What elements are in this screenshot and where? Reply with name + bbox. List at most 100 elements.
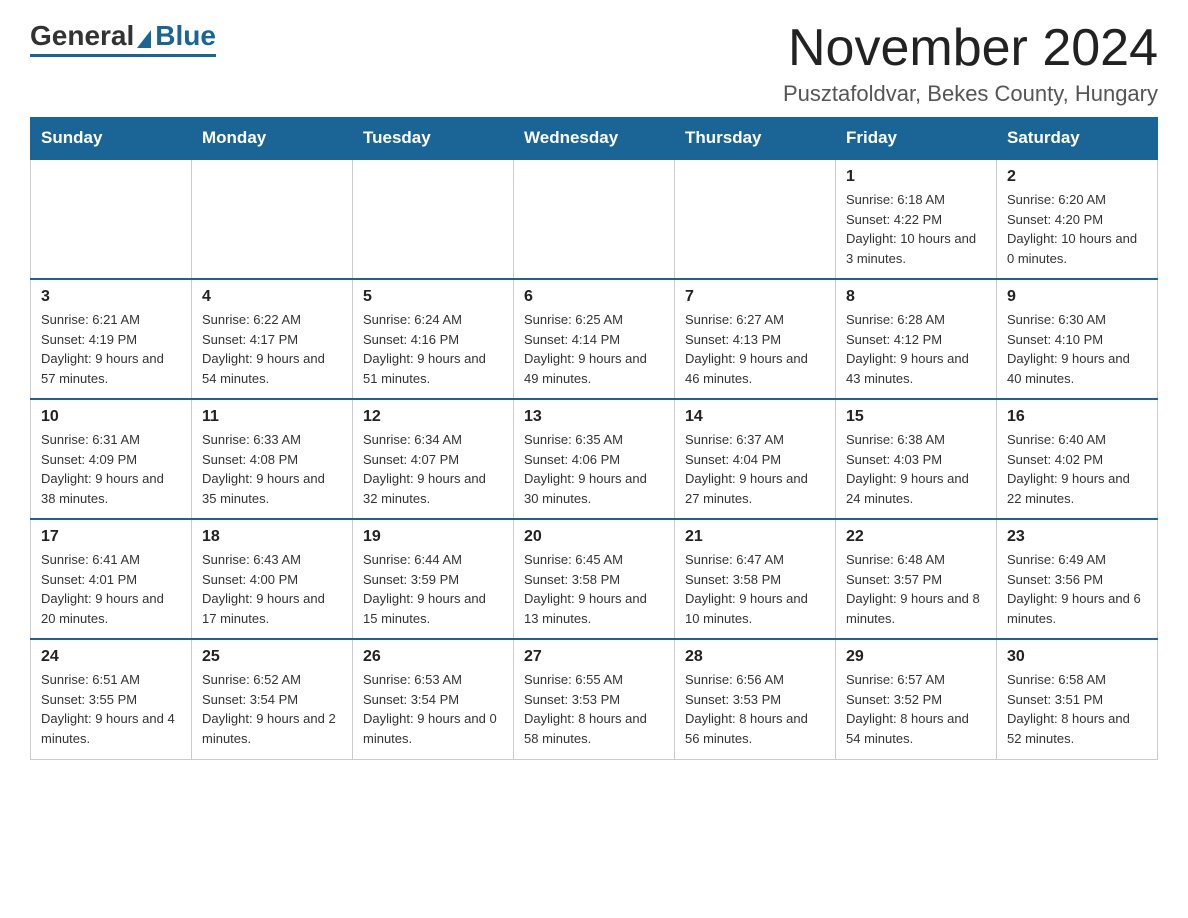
calendar-cell: 26 Sunrise: 6:53 AM Sunset: 3:54 PM Dayli… (353, 639, 514, 759)
calendar-cell (31, 159, 192, 279)
calendar-cell: 21Sunrise: 6:47 AM Sunset: 3:58 PM Dayli… (675, 519, 836, 639)
weekday-header-sunday: Sunday (31, 118, 192, 160)
logo-underline (30, 54, 216, 57)
day-number: 24 (41, 648, 181, 666)
day-info: Sunrise: 6:37 AM Sunset: 4:04 PM Dayligh… (685, 430, 825, 508)
day-info: Sunrise: 6:51 AM Sunset: 3:55 PM Dayligh… (41, 670, 181, 748)
calendar-cell: 30 Sunrise: 6:58 AM Sunset: 3:51 PM Dayli… (997, 639, 1158, 759)
month-title: November 2024 (783, 20, 1158, 77)
calendar-cell: 24 Sunrise: 6:51 AM Sunset: 3:55 PM Dayli… (31, 639, 192, 759)
day-info: Sunrise: 6:27 AM Sunset: 4:13 PM Dayligh… (685, 310, 825, 388)
day-number: 18 (202, 528, 342, 546)
day-number: 22 (846, 528, 986, 546)
logo: General Blue (30, 20, 216, 57)
calendar-cell: 18 Sunrise: 6:43 AM Sunset: 4:00 PM Dayli… (192, 519, 353, 639)
day-number: 8 (846, 288, 986, 306)
day-info: Sunrise: 6:53 AM Sunset: 3:54 PM Dayligh… (363, 670, 503, 748)
day-info: Sunrise: 6:20 AM Sunset: 4:20 PM Dayligh… (1007, 190, 1147, 268)
day-number: 21 (685, 528, 825, 546)
day-info: Sunrise: 6:33 AM Sunset: 4:08 PM Dayligh… (202, 430, 342, 508)
logo-triangle-icon (137, 30, 151, 48)
calendar-week-3: 10 Sunrise: 6:31 AM Sunset: 4:09 PM Dayli… (31, 399, 1158, 519)
logo-general-text: General (30, 20, 134, 52)
day-info: Sunrise: 6:30 AM Sunset: 4:10 PM Dayligh… (1007, 310, 1147, 388)
day-number: 5 (363, 288, 503, 306)
calendar-cell: 4Sunrise: 6:22 AM Sunset: 4:17 PM Daylig… (192, 279, 353, 399)
calendar-cell (192, 159, 353, 279)
day-info: Sunrise: 6:48 AM Sunset: 3:57 PM Dayligh… (846, 550, 986, 628)
day-number: 1 (846, 168, 986, 186)
day-number: 13 (524, 408, 664, 426)
weekday-header-thursday: Thursday (675, 118, 836, 160)
calendar-cell: 15Sunrise: 6:38 AM Sunset: 4:03 PM Dayli… (836, 399, 997, 519)
location-title: Pusztafoldvar, Bekes County, Hungary (783, 81, 1158, 107)
calendar-cell: 13 Sunrise: 6:35 AM Sunset: 4:06 PM Dayli… (514, 399, 675, 519)
day-number: 14 (685, 408, 825, 426)
calendar-cell: 14 Sunrise: 6:37 AM Sunset: 4:04 PM Dayli… (675, 399, 836, 519)
calendar-cell: 28 Sunrise: 6:56 AM Sunset: 3:53 PM Dayli… (675, 639, 836, 759)
day-info: Sunrise: 6:57 AM Sunset: 3:52 PM Dayligh… (846, 670, 986, 748)
day-number: 20 (524, 528, 664, 546)
day-info: Sunrise: 6:24 AM Sunset: 4:16 PM Dayligh… (363, 310, 503, 388)
weekday-header-monday: Monday (192, 118, 353, 160)
day-info: Sunrise: 6:43 AM Sunset: 4:00 PM Dayligh… (202, 550, 342, 628)
calendar-cell: 11 Sunrise: 6:33 AM Sunset: 4:08 PM Dayli… (192, 399, 353, 519)
calendar-cell: 10 Sunrise: 6:31 AM Sunset: 4:09 PM Dayli… (31, 399, 192, 519)
day-number: 16 (1007, 408, 1147, 426)
day-number: 15 (846, 408, 986, 426)
weekday-header-tuesday: Tuesday (353, 118, 514, 160)
day-info: Sunrise: 6:25 AM Sunset: 4:14 PM Dayligh… (524, 310, 664, 388)
day-info: Sunrise: 6:18 AM Sunset: 4:22 PM Dayligh… (846, 190, 986, 268)
calendar-cell (675, 159, 836, 279)
calendar-header-row: SundayMondayTuesdayWednesdayThursdayFrid… (31, 118, 1158, 160)
calendar-cell: 3Sunrise: 6:21 AM Sunset: 4:19 PM Daylig… (31, 279, 192, 399)
calendar-week-2: 3Sunrise: 6:21 AM Sunset: 4:19 PM Daylig… (31, 279, 1158, 399)
day-number: 10 (41, 408, 181, 426)
day-info: Sunrise: 6:28 AM Sunset: 4:12 PM Dayligh… (846, 310, 986, 388)
calendar-cell: 17 Sunrise: 6:41 AM Sunset: 4:01 PM Dayli… (31, 519, 192, 639)
day-number: 27 (524, 648, 664, 666)
day-number: 11 (202, 408, 342, 426)
calendar-cell: 27 Sunrise: 6:55 AM Sunset: 3:53 PM Dayli… (514, 639, 675, 759)
day-number: 30 (1007, 648, 1147, 666)
calendar-cell: 19Sunrise: 6:44 AM Sunset: 3:59 PM Dayli… (353, 519, 514, 639)
day-info: Sunrise: 6:41 AM Sunset: 4:01 PM Dayligh… (41, 550, 181, 628)
day-info: Sunrise: 6:49 AM Sunset: 3:56 PM Dayligh… (1007, 550, 1147, 628)
day-number: 12 (363, 408, 503, 426)
calendar-week-4: 17 Sunrise: 6:41 AM Sunset: 4:01 PM Dayli… (31, 519, 1158, 639)
calendar-cell: 20 Sunrise: 6:45 AM Sunset: 3:58 PM Dayli… (514, 519, 675, 639)
day-number: 28 (685, 648, 825, 666)
calendar-week-5: 24 Sunrise: 6:51 AM Sunset: 3:55 PM Dayli… (31, 639, 1158, 759)
calendar-cell: 2 Sunrise: 6:20 AM Sunset: 4:20 PM Daylig… (997, 159, 1158, 279)
day-number: 26 (363, 648, 503, 666)
calendar-cell (353, 159, 514, 279)
calendar-week-1: 1 Sunrise: 6:18 AM Sunset: 4:22 PM Daylig… (31, 159, 1158, 279)
title-section: November 2024 Pusztafoldvar, Bekes Count… (783, 20, 1158, 107)
calendar-cell: 7Sunrise: 6:27 AM Sunset: 4:13 PM Daylig… (675, 279, 836, 399)
calendar-cell: 5 Sunrise: 6:24 AM Sunset: 4:16 PM Daylig… (353, 279, 514, 399)
weekday-header-saturday: Saturday (997, 118, 1158, 160)
day-info: Sunrise: 6:35 AM Sunset: 4:06 PM Dayligh… (524, 430, 664, 508)
calendar-cell: 16Sunrise: 6:40 AM Sunset: 4:02 PM Dayli… (997, 399, 1158, 519)
calendar-table: SundayMondayTuesdayWednesdayThursdayFrid… (30, 117, 1158, 760)
day-info: Sunrise: 6:52 AM Sunset: 3:54 PM Dayligh… (202, 670, 342, 748)
day-info: Sunrise: 6:55 AM Sunset: 3:53 PM Dayligh… (524, 670, 664, 748)
day-info: Sunrise: 6:58 AM Sunset: 3:51 PM Dayligh… (1007, 670, 1147, 748)
day-number: 9 (1007, 288, 1147, 306)
day-info: Sunrise: 6:22 AM Sunset: 4:17 PM Dayligh… (202, 310, 342, 388)
weekday-header-friday: Friday (836, 118, 997, 160)
calendar-cell: 22 Sunrise: 6:48 AM Sunset: 3:57 PM Dayli… (836, 519, 997, 639)
page-header: General Blue November 2024 Pusztafoldvar… (30, 20, 1158, 107)
calendar-cell: 23Sunrise: 6:49 AM Sunset: 3:56 PM Dayli… (997, 519, 1158, 639)
calendar-cell: 9 Sunrise: 6:30 AM Sunset: 4:10 PM Daylig… (997, 279, 1158, 399)
day-info: Sunrise: 6:44 AM Sunset: 3:59 PM Dayligh… (363, 550, 503, 628)
day-info: Sunrise: 6:45 AM Sunset: 3:58 PM Dayligh… (524, 550, 664, 628)
day-number: 29 (846, 648, 986, 666)
day-info: Sunrise: 6:34 AM Sunset: 4:07 PM Dayligh… (363, 430, 503, 508)
weekday-header-wednesday: Wednesday (514, 118, 675, 160)
day-number: 17 (41, 528, 181, 546)
day-info: Sunrise: 6:31 AM Sunset: 4:09 PM Dayligh… (41, 430, 181, 508)
day-info: Sunrise: 6:56 AM Sunset: 3:53 PM Dayligh… (685, 670, 825, 748)
calendar-cell: 29 Sunrise: 6:57 AM Sunset: 3:52 PM Dayli… (836, 639, 997, 759)
day-number: 2 (1007, 168, 1147, 186)
